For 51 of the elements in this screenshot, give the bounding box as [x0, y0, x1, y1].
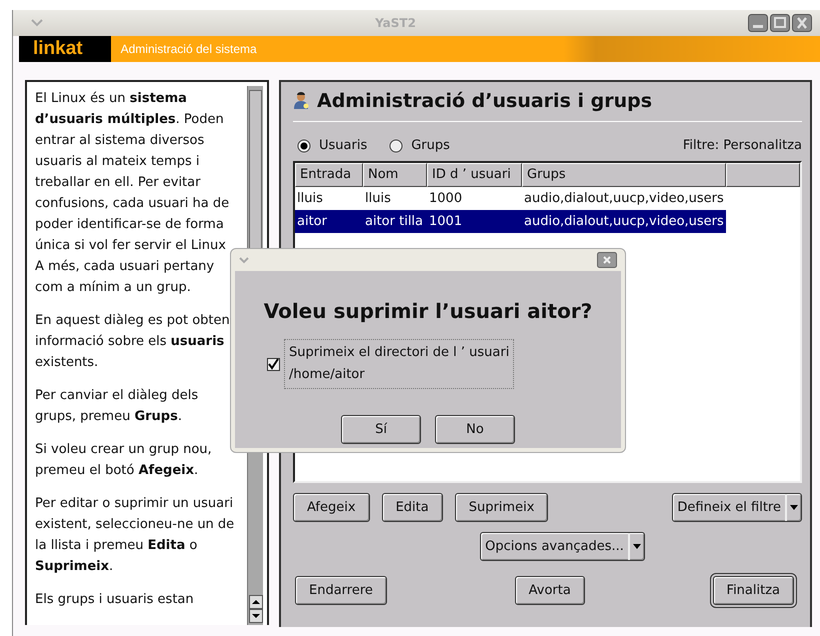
- help-paragraph: Els grups i usuaris estan: [35, 591, 194, 609]
- scroll-down-icon[interactable]: [249, 609, 263, 623]
- table-cell-text: lluis: [364, 191, 392, 206]
- dialog-question: Voleu suprimir l’usuari aitor?: [264, 299, 592, 323]
- column-header[interactable]: Nom: [363, 163, 427, 187]
- table-cell-text: 1000: [428, 191, 464, 206]
- nav-button[interactable]: Avorta: [514, 576, 585, 605]
- panel-title: Administració d’usuaris i grups: [317, 90, 652, 112]
- table-row[interactable]: lluis lluis 1000 audio,dialout,uucp,video,users: [295, 187, 726, 210]
- column-header[interactable]: Grups: [522, 163, 726, 187]
- table-cell-text: audio,dialout,uucp,video,users: [523, 214, 725, 229]
- maximize-icon[interactable]: [770, 14, 790, 32]
- caret-icon: [632, 544, 641, 549]
- table-cell-text: aitor: [296, 214, 328, 229]
- dialog-button[interactable]: No: [435, 415, 515, 444]
- action-button[interactable]: Suprimeix: [454, 493, 548, 522]
- radio-option[interactable]: Usuaris: [297, 138, 368, 153]
- banner-title: Administració del sistema: [120, 42, 257, 56]
- column-header[interactable]: Entrada: [295, 163, 363, 187]
- menu-button[interactable]: Defineix el filtre: [672, 493, 802, 522]
- scroll-up-icon[interactable]: [249, 595, 263, 609]
- caret-icon: [790, 505, 798, 510]
- radio-icon[interactable]: [389, 138, 404, 152]
- nav-button[interactable]: Finalitza: [712, 576, 794, 605]
- table-cell-text: 1001: [428, 214, 464, 229]
- dialog-button[interactable]: Sí: [341, 415, 421, 444]
- radio-icon[interactable]: [297, 138, 311, 152]
- column-header[interactable]: ID d ’ usuari: [427, 163, 522, 187]
- close-icon[interactable]: [597, 252, 617, 268]
- table-cell-text: aitor tilla: [364, 214, 424, 229]
- table-cell-text: audio,dialout,uucp,video,users: [523, 191, 725, 206]
- table-cell-text: lluis: [296, 191, 324, 206]
- filter-label: Filtre: Personalitza: [682, 138, 802, 153]
- checkbox[interactable]: [267, 358, 280, 370]
- user-icon: [293, 92, 309, 110]
- help-paragraph: Per canviar el diàleg dels grups, premeu Grups.: [35, 387, 198, 426]
- help-paragraph: El Linux és un sistema d’usuaris múltiples. Poden entrar al sistema diversos usuaris al mateix temps i treballar en ell. Per evitar confusions, cada usuari ha de poder identificar-se de forma única si vol fer servir el Linux A més, cada usuari pertany com a mínim a un grup.: [35, 90, 230, 297]
- logo: linkat: [19, 36, 111, 62]
- radio-option[interactable]: Grups: [389, 138, 450, 153]
- help-paragraph: Per editar o suprimir un usuari existent, seleccioneu-ne un de la llista i premeu Edita o Suprimeix.: [35, 495, 234, 576]
- window-title: YaST2: [374, 16, 417, 30]
- action-button[interactable]: Edita: [382, 493, 443, 522]
- action-button[interactable]: Afegeix: [293, 493, 370, 522]
- nav-button[interactable]: Endarrere: [295, 576, 387, 605]
- help-paragraph: Si voleu crear un grup nou, premeu el botó Afegeix.: [35, 441, 212, 480]
- help-paragraph: En aquest diàleg es pot obten informació sobre els usuaris existents.: [35, 312, 230, 372]
- table-row[interactable]: aitor aitor tilla 1001 audio,dialout,uucp,video,users: [295, 210, 726, 233]
- close-icon[interactable]: [792, 14, 812, 32]
- checkbox-label[interactable]: Suprimeix el directori de l ’ usuari /home/aitor: [284, 339, 514, 389]
- menu-button[interactable]: Opcions avançades...: [480, 532, 645, 561]
- minimize-icon[interactable]: [748, 14, 768, 32]
